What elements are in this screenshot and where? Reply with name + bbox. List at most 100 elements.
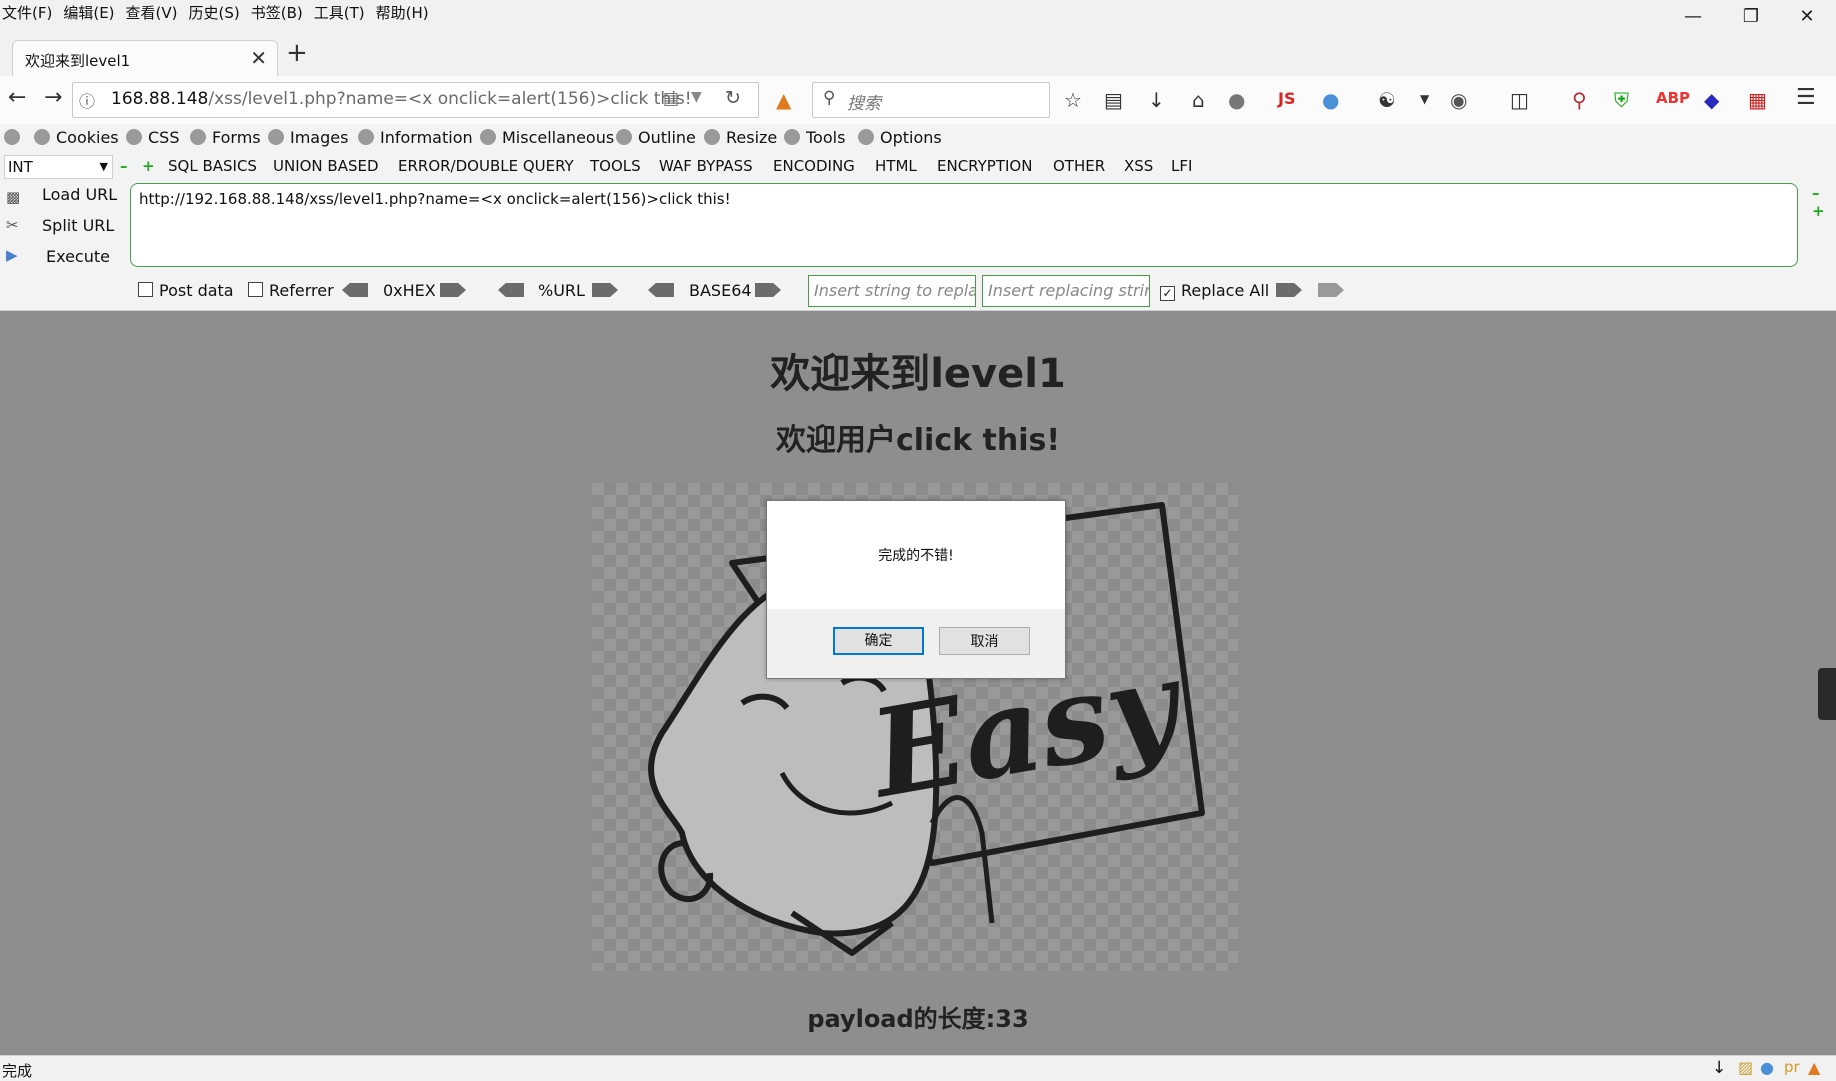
replace-string-input[interactable]: Insert string to replace (808, 275, 976, 307)
split-url-icon: ✂ (6, 216, 19, 234)
menu-help[interactable]: 帮助(H) (374, 0, 438, 26)
tab-close-icon[interactable]: ✕ (250, 46, 267, 70)
new-tab-button[interactable]: + (286, 38, 308, 68)
menu-error-double-query[interactable]: ERROR/DOUBLE QUERY (398, 157, 574, 175)
nav-bar: ← → ⓘ 168.88.148/xss/level1.php?name=<x … (0, 76, 1836, 125)
reload-icon[interactable]: ↻ (725, 87, 741, 109)
gear-icon[interactable] (4, 128, 26, 147)
palette-icon[interactable]: ☯ (1378, 88, 1396, 112)
menu-lfi[interactable]: LFI (1171, 157, 1192, 175)
menu-tools-hack[interactable]: TOOLS (590, 157, 641, 175)
shrink-icon[interactable]: – (1812, 184, 1820, 202)
adblock-icon[interactable]: ABP (1656, 89, 1690, 107)
bookmark-star-icon[interactable]: ☆ (1064, 88, 1082, 112)
tab-level1[interactable]: 欢迎来到level1 ✕ (12, 40, 278, 77)
back-icon[interactable]: ← (8, 85, 26, 110)
menu-union-based[interactable]: UNION BASED (273, 157, 379, 175)
toolbar-images[interactable]: Images (268, 128, 348, 147)
dropdown-icon[interactable]: ▼ (1420, 92, 1429, 106)
payload-length: payload的长度:33 (807, 1005, 1029, 1033)
reader-view-icon[interactable]: ▤ (663, 89, 679, 109)
status-globe-icon[interactable]: ● (1760, 1058, 1774, 1077)
proxy-icon[interactable]: ◉ (1450, 88, 1467, 112)
extension-fox-icon[interactable]: ▲ (776, 88, 791, 112)
execute-button[interactable]: Execute (46, 247, 110, 266)
colorzilla-icon[interactable]: ● (1322, 88, 1339, 112)
menu-edit[interactable]: 编辑(E) (61, 0, 123, 26)
side-scroll-widget[interactable] (1818, 668, 1836, 720)
menu-history[interactable]: 历史(S) (187, 0, 249, 26)
base64-encode-arrow-icon[interactable] (755, 283, 781, 297)
url-encode-arrow-icon[interactable] (592, 283, 618, 297)
menu-html[interactable]: HTML (875, 157, 917, 175)
address-text[interactable]: 168.88.148/xss/level1.php?name=<x onclic… (111, 89, 692, 109)
menu-encoding[interactable]: ENCODING (773, 157, 855, 175)
replace-arrow-icon[interactable] (1276, 283, 1302, 297)
copy-icon[interactable]: ◫ (1510, 88, 1529, 112)
replacing-string-input[interactable]: Insert replacing string (982, 275, 1150, 307)
menu-tools[interactable]: 工具(T) (312, 0, 374, 26)
toolbar-resize[interactable]: Resize (704, 128, 777, 147)
url-label: %URL (538, 281, 585, 300)
menu-xss[interactable]: XSS (1124, 157, 1153, 175)
dialog-message-area: 完成的不错! (767, 501, 1065, 609)
hex-encode-arrow-icon[interactable] (440, 283, 466, 297)
download-icon[interactable]: ↓ (1148, 88, 1165, 112)
dropdown-arrow-icon[interactable]: ▼ (691, 89, 702, 105)
menu-waf-bypass[interactable]: WAF BYPASS (659, 157, 753, 175)
split-url-button[interactable]: Split URL (42, 216, 114, 235)
layer-icon[interactable]: ◆ (1704, 88, 1719, 112)
hex-decode-arrow-icon[interactable] (342, 283, 368, 297)
toolbar-forms[interactable]: Forms (190, 128, 261, 147)
shield-icon[interactable]: ⛨ (1614, 88, 1629, 112)
menu-encryption[interactable]: ENCRYPTION (937, 157, 1032, 175)
forward-icon[interactable]: → (44, 85, 62, 110)
menu-bookmarks[interactable]: 书签(B) (249, 0, 312, 26)
page-content: 欢迎来到level1 欢迎用户click this! Easy payload的… (0, 311, 1836, 1055)
base64-label: BASE64 (689, 281, 752, 300)
status-note-icon[interactable]: ▨ (1738, 1058, 1753, 1077)
int-select[interactable]: INT ▼ (4, 155, 113, 179)
base64-decode-arrow-icon[interactable] (648, 283, 674, 297)
menu-other[interactable]: OTHER (1053, 157, 1105, 175)
address-bar[interactable]: ⓘ 168.88.148/xss/level1.php?name=<x oncl… (72, 82, 759, 118)
dialog-message: 完成的不错! (878, 548, 954, 564)
hackbar-url-input[interactable]: http://192.168.88.148/xss/level1.php?nam… (130, 183, 1798, 267)
globe-icon[interactable]: ● (1228, 88, 1245, 112)
menu-view[interactable]: 查看(V) (124, 0, 187, 26)
replace-arrow-2-icon[interactable] (1318, 283, 1344, 297)
referrer-checkbox[interactable]: Referrer (248, 281, 334, 300)
status-fox-icon[interactable]: ▲ (1808, 1058, 1820, 1077)
reading-list-icon[interactable]: ▤ (1104, 88, 1123, 112)
status-download-icon[interactable]: ↓ (1712, 1058, 1726, 1078)
hamburger-menu-icon[interactable]: ☰ (1796, 85, 1816, 110)
expand-icon[interactable]: + (1812, 202, 1825, 220)
toolbar-outline[interactable]: Outline (616, 128, 696, 147)
ok-button[interactable]: 确定 (833, 627, 924, 655)
replace-all-checkbox[interactable]: ✓ Replace All (1160, 281, 1269, 301)
toolbar-tools[interactable]: Tools (784, 128, 845, 147)
hackbar-panel: ▩ Load URL ✂ Split URL ▶ Execute http://… (0, 180, 1836, 311)
home-icon[interactable]: ⌂ (1192, 88, 1205, 112)
post-data-checkbox[interactable]: Post data (138, 281, 234, 300)
webdev-toolbar: Cookies CSS Forms Images Information Mis… (0, 124, 1836, 152)
info-icon[interactable]: ⓘ (79, 88, 95, 112)
toolbar-cookies[interactable]: Cookies (34, 128, 119, 147)
search-box[interactable]: ⚲ 搜索 (812, 82, 1050, 118)
toolbar-miscellaneous[interactable]: Miscellaneous (480, 128, 614, 147)
toolbar-options[interactable]: Options (858, 128, 942, 147)
tools-icon (784, 129, 800, 145)
url-decode-arrow-icon[interactable] (498, 283, 524, 297)
menu-sql-basics[interactable]: SQL BASICS (168, 157, 257, 175)
toolbar-information[interactable]: Information (358, 128, 473, 147)
js-icon[interactable]: JS (1278, 89, 1295, 108)
load-url-button[interactable]: Load URL (42, 185, 117, 204)
inspect-icon[interactable]: ⚲ (1572, 88, 1587, 112)
plus-icon[interactable]: + (142, 157, 155, 175)
minus-icon[interactable]: – (120, 157, 128, 175)
color-blocks-icon[interactable]: ▦ (1748, 88, 1767, 112)
menu-file[interactable]: 文件(F) (0, 0, 61, 26)
cancel-button[interactable]: 取消 (939, 627, 1030, 655)
status-pr-icon[interactable]: pr (1784, 1058, 1800, 1076)
toolbar-css[interactable]: CSS (126, 128, 179, 147)
